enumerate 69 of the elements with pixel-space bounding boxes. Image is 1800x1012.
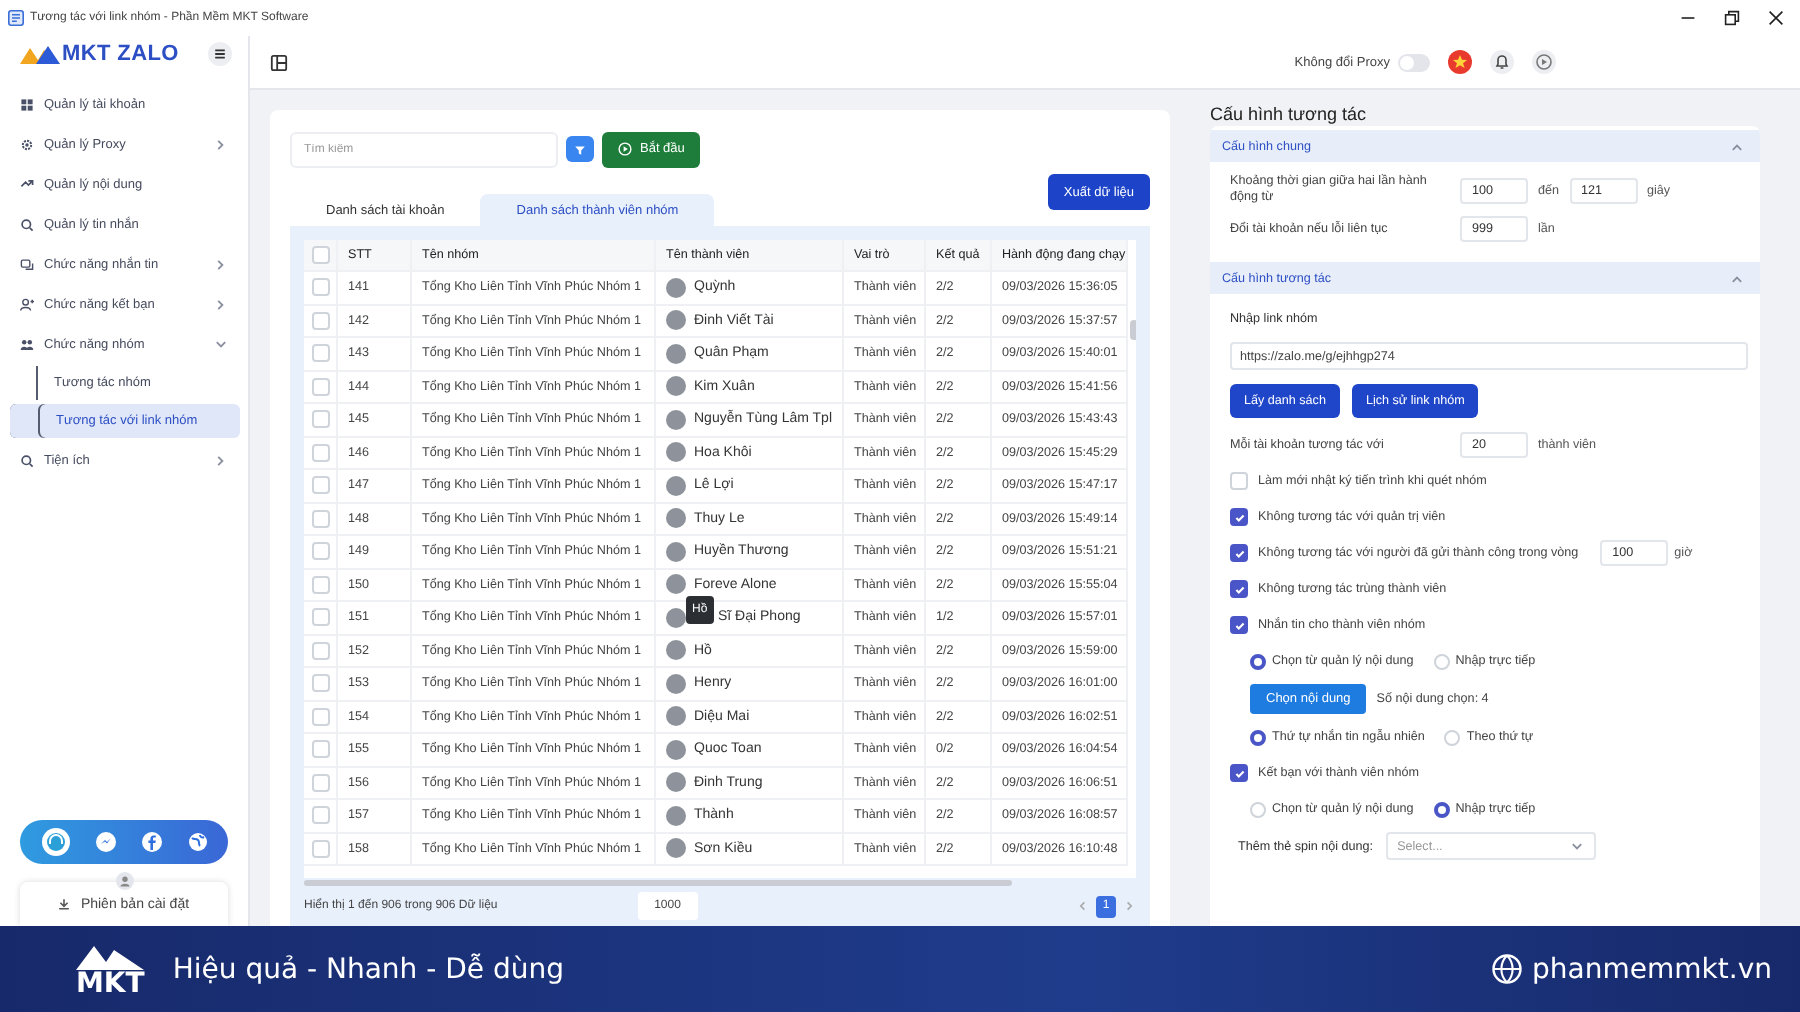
layout-icon[interactable]	[270, 53, 288, 71]
scrollbar[interactable]	[304, 880, 1012, 886]
globe-icon	[1492, 954, 1523, 984]
avatar-circle	[666, 607, 686, 628]
avatar-circle	[666, 277, 686, 298]
radio-button[interactable]	[1433, 801, 1450, 818]
scrollbar[interactable]	[1129, 320, 1136, 340]
avatar-circle	[666, 310, 686, 331]
avatar-circle	[666, 442, 686, 463]
proxy-toggle[interactable]	[1398, 53, 1430, 71]
avatar-circle	[666, 541, 686, 562]
restore-icon[interactable]	[1724, 10, 1740, 26]
radio-button[interactable]	[1250, 653, 1266, 670]
checkmark-icon	[1233, 547, 1245, 560]
avatar-circle	[666, 838, 686, 859]
gear-icon	[20, 137, 34, 151]
chevron-left-icon[interactable]	[1076, 900, 1088, 912]
avatar-circle	[666, 805, 686, 826]
website-text: phanmemmkt.vn	[1532, 953, 1772, 985]
play-circle-icon	[618, 142, 632, 156]
mountain-logo-icon	[76, 941, 145, 969]
checkbox[interactable]	[1230, 544, 1248, 563]
chevron-right-icon[interactable]	[1124, 900, 1136, 912]
avatar-circle	[666, 574, 686, 595]
checkmark-icon	[1233, 619, 1245, 632]
avatar-circle	[666, 772, 686, 793]
avatar-circle	[666, 640, 686, 661]
menu-icon	[214, 47, 226, 59]
bell-icon[interactable]	[1490, 50, 1514, 74]
app-icon	[8, 10, 24, 26]
users-icon	[20, 337, 34, 351]
avatar-circle	[666, 409, 686, 430]
checkmark-icon	[1233, 583, 1245, 596]
headset-icon[interactable]	[41, 828, 69, 856]
facebook-icon[interactable]	[141, 832, 161, 852]
avatar-circle	[666, 376, 686, 397]
mountain-logo-icon	[20, 43, 60, 63]
grid-icon	[20, 97, 34, 111]
play-icon[interactable]	[1532, 50, 1556, 74]
avatar-circle	[666, 673, 686, 694]
avatar-circle	[666, 706, 686, 727]
checkbox[interactable]	[1230, 580, 1248, 599]
user-plus-icon	[20, 297, 34, 311]
close-icon[interactable]	[1768, 10, 1784, 26]
radio-button[interactable]	[1250, 729, 1266, 746]
checkbox[interactable]	[1230, 616, 1248, 635]
checkmark-icon	[1233, 511, 1245, 524]
globe-icon[interactable]	[187, 832, 207, 852]
avatar-circle	[666, 475, 686, 496]
avatar-circle	[666, 739, 686, 760]
filter-icon	[574, 143, 586, 155]
filter-button[interactable]	[566, 136, 594, 162]
star-flag-icon[interactable]	[1448, 50, 1472, 74]
menu-button[interactable]	[208, 41, 232, 65]
avatar-circle	[666, 343, 686, 364]
logo-text: MKT ZALO	[62, 41, 179, 65]
chat-icon	[20, 257, 34, 271]
search-icon	[20, 217, 34, 231]
panel-title: Cấu hình tương tác	[1210, 101, 1368, 126]
chevron-icon	[1569, 839, 1584, 854]
search-icon	[20, 453, 34, 467]
checkbox[interactable]	[1230, 508, 1248, 527]
messenger-icon[interactable]	[95, 832, 115, 852]
checkbox[interactable]	[1230, 764, 1248, 783]
checkmark-icon	[1233, 767, 1245, 780]
download-icon	[58, 898, 71, 910]
avatar-circle	[666, 508, 686, 529]
tagline: Hiệu quả - Nhanh - Dễ dùng	[172, 953, 566, 985]
logo-text: MKT	[76, 969, 145, 997]
